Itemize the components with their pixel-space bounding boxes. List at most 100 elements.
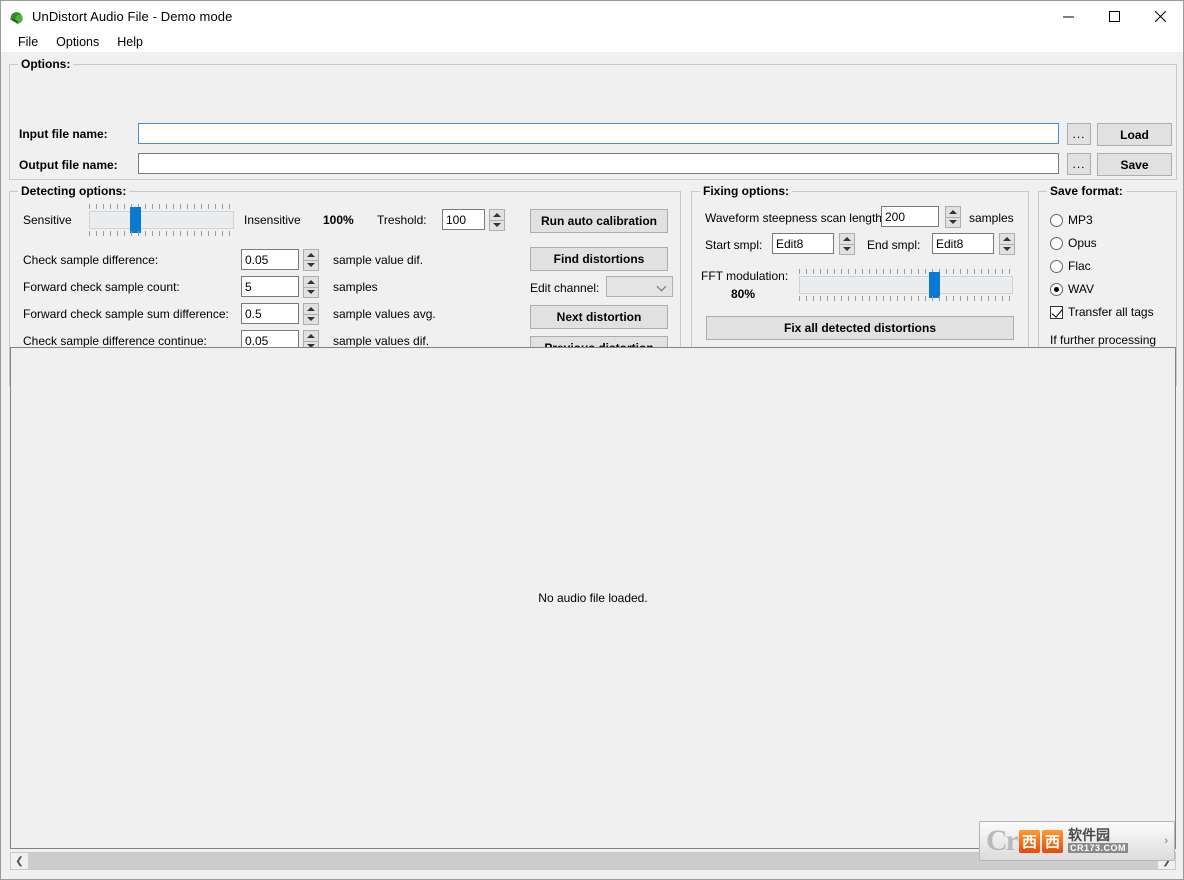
start-smpl-spinner[interactable] (839, 233, 855, 255)
next-distortion-button[interactable]: Next distortion (530, 305, 668, 329)
radio-icon (1050, 213, 1063, 227)
title-bar: UnDistort Audio File - Demo mode (1, 1, 1183, 32)
window-title: UnDistort Audio File - Demo mode (32, 9, 233, 24)
start-smpl-label: Start smpl: (705, 238, 763, 252)
detecting-row-label: Check sample difference: (23, 253, 159, 267)
slider-ticks-top (89, 204, 234, 209)
slider-ticks-top (799, 269, 1013, 274)
output-file-label: Output file name: (19, 158, 118, 172)
fft-modulation-slider[interactable] (799, 269, 1013, 301)
slider-thumb[interactable] (130, 207, 142, 233)
end-smpl-spinner[interactable] (999, 233, 1015, 255)
spinner-down[interactable] (945, 216, 961, 228)
slider-ticks-bottom (89, 231, 234, 236)
detecting-row-field[interactable] (241, 249, 299, 270)
watermark-box-2: 西 (1042, 829, 1064, 853)
chevron-down-icon (658, 283, 666, 291)
maximize-button[interactable] (1091, 1, 1137, 32)
app-window: UnDistort Audio File - Demo mode File Op… (0, 0, 1184, 880)
save-format-option-opus[interactable]: Opus (1050, 236, 1170, 250)
end-smpl-label: End smpl: (867, 238, 921, 252)
watermark-cn-text: 软件园 (1068, 827, 1111, 844)
spinner-up[interactable] (303, 249, 319, 260)
slider-track (89, 211, 234, 229)
scan-length-spinner[interactable] (945, 206, 961, 228)
checkbox-icon-checked (1050, 305, 1063, 319)
output-file-field[interactable] (138, 153, 1059, 174)
menu-bar: File Options Help (1, 32, 1183, 52)
detecting-options-title: Detecting options: (18, 184, 130, 198)
save-format-label: Opus (1068, 236, 1097, 250)
load-button[interactable]: Load (1097, 123, 1172, 146)
input-browse-button[interactable]: ... (1067, 123, 1091, 145)
slider-track (799, 276, 1013, 294)
spinner-down[interactable] (303, 259, 319, 271)
leaf-icon (9, 9, 25, 25)
spinner-up[interactable] (999, 233, 1015, 244)
detecting-row-spinner[interactable] (303, 276, 319, 298)
detecting-row-unit: samples (333, 280, 378, 294)
run-auto-calibration-button[interactable]: Run auto calibration (530, 209, 668, 233)
detecting-row-field[interactable] (241, 303, 299, 324)
spinner-up[interactable] (303, 330, 319, 341)
scroll-left-button[interactable]: ❮ (11, 853, 28, 869)
save-format-option-flac[interactable]: Flac (1050, 259, 1170, 273)
spinner-down[interactable] (839, 243, 855, 255)
minimize-button[interactable] (1045, 1, 1091, 32)
save-format-option-mp3[interactable]: MP3 (1050, 213, 1170, 227)
threshold-field[interactable] (442, 209, 485, 230)
waveform-panel[interactable]: No audio file loaded. (10, 347, 1176, 849)
threshold-spinner-down[interactable] (489, 219, 505, 231)
detecting-row-unit: sample values avg. (333, 307, 436, 321)
menu-item-file[interactable]: File (9, 33, 47, 51)
spinner-down[interactable] (303, 313, 319, 325)
input-file-label: Input file name: (19, 127, 108, 141)
watermark-right: 软件园 CR173.COM (1068, 827, 1129, 854)
options-area: Options: Input file name: ... Load Outpu… (1, 52, 1183, 386)
end-smpl-field[interactable] (932, 233, 994, 254)
fixing-options-title: Fixing options: (700, 184, 792, 198)
menu-item-help[interactable]: Help (108, 33, 152, 51)
detecting-row-label: Forward check sample sum difference: (23, 307, 229, 321)
threshold-label: Treshold: (377, 213, 427, 227)
fix-all-distortions-button[interactable]: Fix all detected distortions (706, 316, 1014, 340)
detecting-row-field[interactable] (241, 276, 299, 297)
spinner-up[interactable] (303, 276, 319, 287)
watermark-box-1: 西 (1018, 829, 1040, 853)
save-format-title: Save format: (1047, 184, 1126, 198)
spinner-down[interactable] (999, 243, 1015, 255)
menu-item-options[interactable]: Options (47, 33, 108, 51)
transfer-all-tags-label: Transfer all tags (1068, 305, 1154, 319)
save-button[interactable]: Save (1097, 153, 1172, 176)
radio-icon (1050, 259, 1063, 273)
spinner-down[interactable] (303, 286, 319, 298)
input-file-field[interactable] (138, 123, 1059, 144)
detecting-row-spinner[interactable] (303, 249, 319, 271)
slider-thumb[interactable] (928, 272, 940, 298)
spinner-up[interactable] (303, 303, 319, 314)
save-format-label: WAV (1068, 282, 1094, 296)
transfer-all-tags-checkbox[interactable]: Transfer all tags (1050, 305, 1170, 319)
detecting-row-label: Forward check sample count: (23, 280, 180, 294)
detecting-row-spinner[interactable] (303, 303, 319, 325)
output-browse-button[interactable]: ... (1067, 153, 1091, 175)
save-format-label: Flac (1068, 259, 1091, 273)
fft-modulation-percent: 80% (731, 287, 756, 301)
detecting-row-unit: sample values dif. (333, 334, 430, 348)
scan-length-label: Waveform steepness scan length: (705, 211, 886, 225)
spinner-up[interactable] (945, 206, 961, 217)
scan-length-field[interactable] (881, 206, 939, 227)
threshold-spinner[interactable] (489, 209, 505, 231)
window-controls (1045, 1, 1183, 32)
slider-ticks-bottom (799, 296, 1013, 301)
spinner-up[interactable] (839, 233, 855, 244)
start-smpl-field[interactable] (772, 233, 834, 254)
find-distortions-button[interactable]: Find distortions (530, 247, 668, 271)
threshold-spinner-up[interactable] (489, 209, 505, 220)
scan-length-unit: samples (969, 211, 1014, 225)
close-button[interactable] (1137, 1, 1183, 32)
sensitivity-slider[interactable] (89, 204, 234, 236)
edit-channel-select[interactable] (606, 276, 673, 297)
save-format-option-wav[interactable]: WAV (1050, 282, 1170, 296)
watermark-cr-text: Cr (986, 824, 1019, 857)
